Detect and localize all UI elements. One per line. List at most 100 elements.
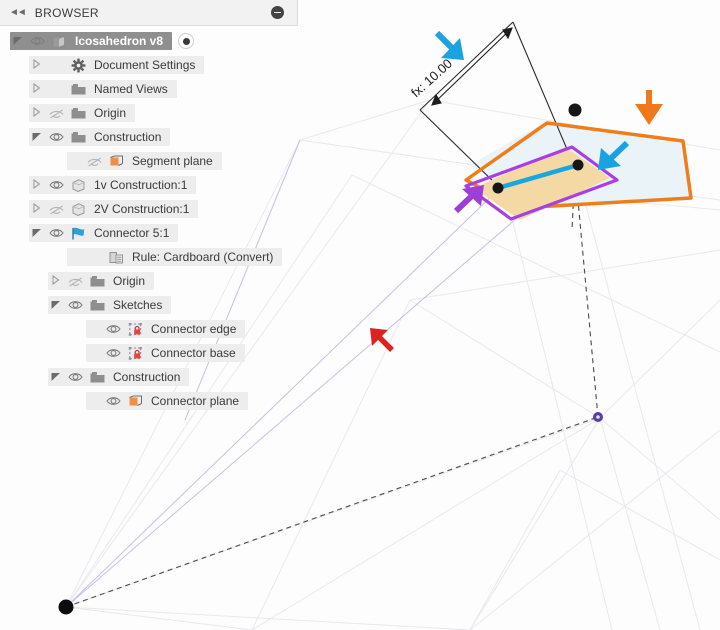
origin-point-inner: [596, 415, 600, 419]
tree-row[interactable]: Named Views: [0, 77, 300, 101]
folder-icon: [67, 82, 89, 97]
activate-component-radio[interactable]: [178, 33, 195, 49]
tree-row-chip[interactable]: Connector 5:1: [29, 224, 179, 242]
tree-row[interactable]: Segment plane: [0, 149, 300, 173]
dimension-value: fx: 10.00: [408, 56, 455, 101]
folder-icon: [86, 298, 108, 313]
tree-row[interactable]: Connector 5:1: [0, 221, 300, 245]
rule-icon: [105, 250, 127, 265]
connector-icon: [67, 226, 89, 241]
minimize-icon[interactable]: [271, 6, 284, 19]
tree-row-label: Segment plane: [132, 154, 213, 168]
tree-row-chip[interactable]: Origin: [29, 104, 136, 122]
chevron-down-icon[interactable]: [29, 228, 45, 238]
tree-row[interactable]: Document Settings: [0, 53, 300, 77]
tree-row-label: Document Settings: [94, 58, 196, 72]
tree-row-label: Connector edge: [151, 322, 237, 336]
tree-row-label: Origin: [94, 106, 127, 120]
chevron-right-icon[interactable]: [29, 179, 45, 191]
tree-row-label: Construction: [113, 370, 181, 384]
body-icon: [67, 202, 89, 217]
tree-row-chip[interactable]: 1v Construction:1: [29, 176, 197, 194]
chevron-right-icon[interactable]: [29, 203, 45, 215]
tree-row[interactable]: Origin: [0, 269, 300, 293]
sketch-locked-icon: [124, 345, 146, 361]
tree-row[interactable]: Rule: Cardboard (Convert): [0, 245, 300, 269]
chevron-down-icon[interactable]: [48, 372, 64, 382]
eye-visible-icon[interactable]: [26, 34, 48, 49]
eye-hidden-icon[interactable]: [64, 274, 86, 289]
orange-arrow-outer-profile: [635, 90, 663, 125]
chevron-right-icon[interactable]: [29, 83, 45, 95]
eye-visible-icon[interactable]: [102, 346, 124, 361]
tree-row[interactable]: Origin: [0, 101, 300, 125]
tree-row[interactable]: Connector base: [0, 341, 300, 365]
folder-icon: [67, 106, 89, 121]
chevron-right-icon[interactable]: [29, 59, 45, 71]
chevron-down-icon[interactable]: [10, 36, 26, 46]
chevron-down-icon[interactable]: [29, 132, 45, 142]
tree-row[interactable]: Construction: [0, 365, 300, 389]
tree-row-label: Origin: [113, 274, 146, 288]
blue-arrow-dimension: [434, 30, 464, 60]
collapse-left-icon[interactable]: ◄◄: [9, 7, 27, 18]
tree-row-chip[interactable]: Icosahedron v8: [10, 32, 173, 50]
browser-header: ◄◄ BROWSER: [0, 0, 298, 26]
tree-row-label: Connector plane: [151, 394, 240, 408]
folder-icon: [86, 274, 108, 289]
tree-row-label: Construction: [94, 130, 162, 144]
tree-row[interactable]: Icosahedron v8: [0, 29, 300, 53]
chevron-down-icon[interactable]: [48, 300, 64, 310]
vertex-point: [492, 182, 504, 194]
tree-row-label: Sketches: [113, 298, 163, 312]
tree-row-chip[interactable]: Connector plane: [86, 392, 249, 410]
tree-row-label: Connector 5:1: [94, 226, 170, 240]
tree-row[interactable]: Connector edge: [0, 317, 300, 341]
vertex-point: [568, 103, 582, 117]
tree-row-chip[interactable]: Construction: [48, 368, 190, 386]
folder-icon: [67, 130, 89, 145]
eye-visible-icon[interactable]: [45, 178, 67, 193]
tree-row-chip[interactable]: Document Settings: [29, 56, 205, 74]
sketch-locked-icon: [124, 321, 146, 337]
tree-row-label: Icosahedron v8: [75, 34, 164, 48]
eye-hidden-icon[interactable]: [45, 202, 67, 217]
tree-row-chip[interactable]: Construction: [29, 128, 171, 146]
tree-row-chip[interactable]: Rule: Cardboard (Convert): [67, 248, 283, 266]
tree-row[interactable]: Connector plane: [0, 389, 300, 413]
gear-icon: [67, 57, 89, 73]
tree-row-label: Rule: Cardboard (Convert): [132, 250, 274, 264]
eye-hidden-icon[interactable]: [83, 154, 105, 169]
component-icon: [48, 34, 70, 49]
eye-visible-icon[interactable]: [102, 322, 124, 337]
tree-row-chip[interactable]: Connector edge: [86, 320, 246, 338]
eye-visible-icon[interactable]: [45, 226, 67, 241]
chevron-right-icon[interactable]: [29, 107, 45, 119]
chevron-right-icon[interactable]: [48, 275, 64, 287]
tree-row-label: Connector base: [151, 346, 236, 360]
vertex-point: [572, 159, 584, 171]
eye-visible-icon[interactable]: [102, 394, 124, 409]
tree-row[interactable]: Sketches: [0, 293, 300, 317]
plane-icon: [105, 154, 127, 169]
tree-row-chip[interactable]: 2V Construction:1: [29, 200, 199, 218]
eye-hidden-icon[interactable]: [45, 106, 67, 121]
tree-row-chip[interactable]: Named Views: [29, 80, 177, 98]
tree-row-chip[interactable]: Sketches: [48, 296, 172, 314]
tree-row[interactable]: Construction: [0, 125, 300, 149]
red-arrow-empty-area: [370, 328, 394, 352]
tree-row-chip[interactable]: Connector base: [86, 344, 245, 362]
folder-icon: [86, 370, 108, 385]
tree-row-label: 1v Construction:1: [94, 178, 188, 192]
plane-icon: [124, 394, 146, 409]
tree-row-label: Named Views: [94, 82, 168, 96]
browser-panel: ◄◄ BROWSER Icosahedron v8 Document Settin…: [0, 0, 300, 413]
tree-row[interactable]: 2V Construction:1: [0, 197, 300, 221]
tree-row-chip[interactable]: Origin: [48, 272, 155, 290]
eye-visible-icon[interactable]: [45, 130, 67, 145]
eye-visible-icon[interactable]: [64, 370, 86, 385]
eye-visible-icon[interactable]: [64, 298, 86, 313]
tree-row[interactable]: 1v Construction:1: [0, 173, 300, 197]
browser-tree[interactable]: Icosahedron v8 Document Settings Named Vie…: [0, 26, 300, 413]
tree-row-chip[interactable]: Segment plane: [67, 152, 222, 170]
